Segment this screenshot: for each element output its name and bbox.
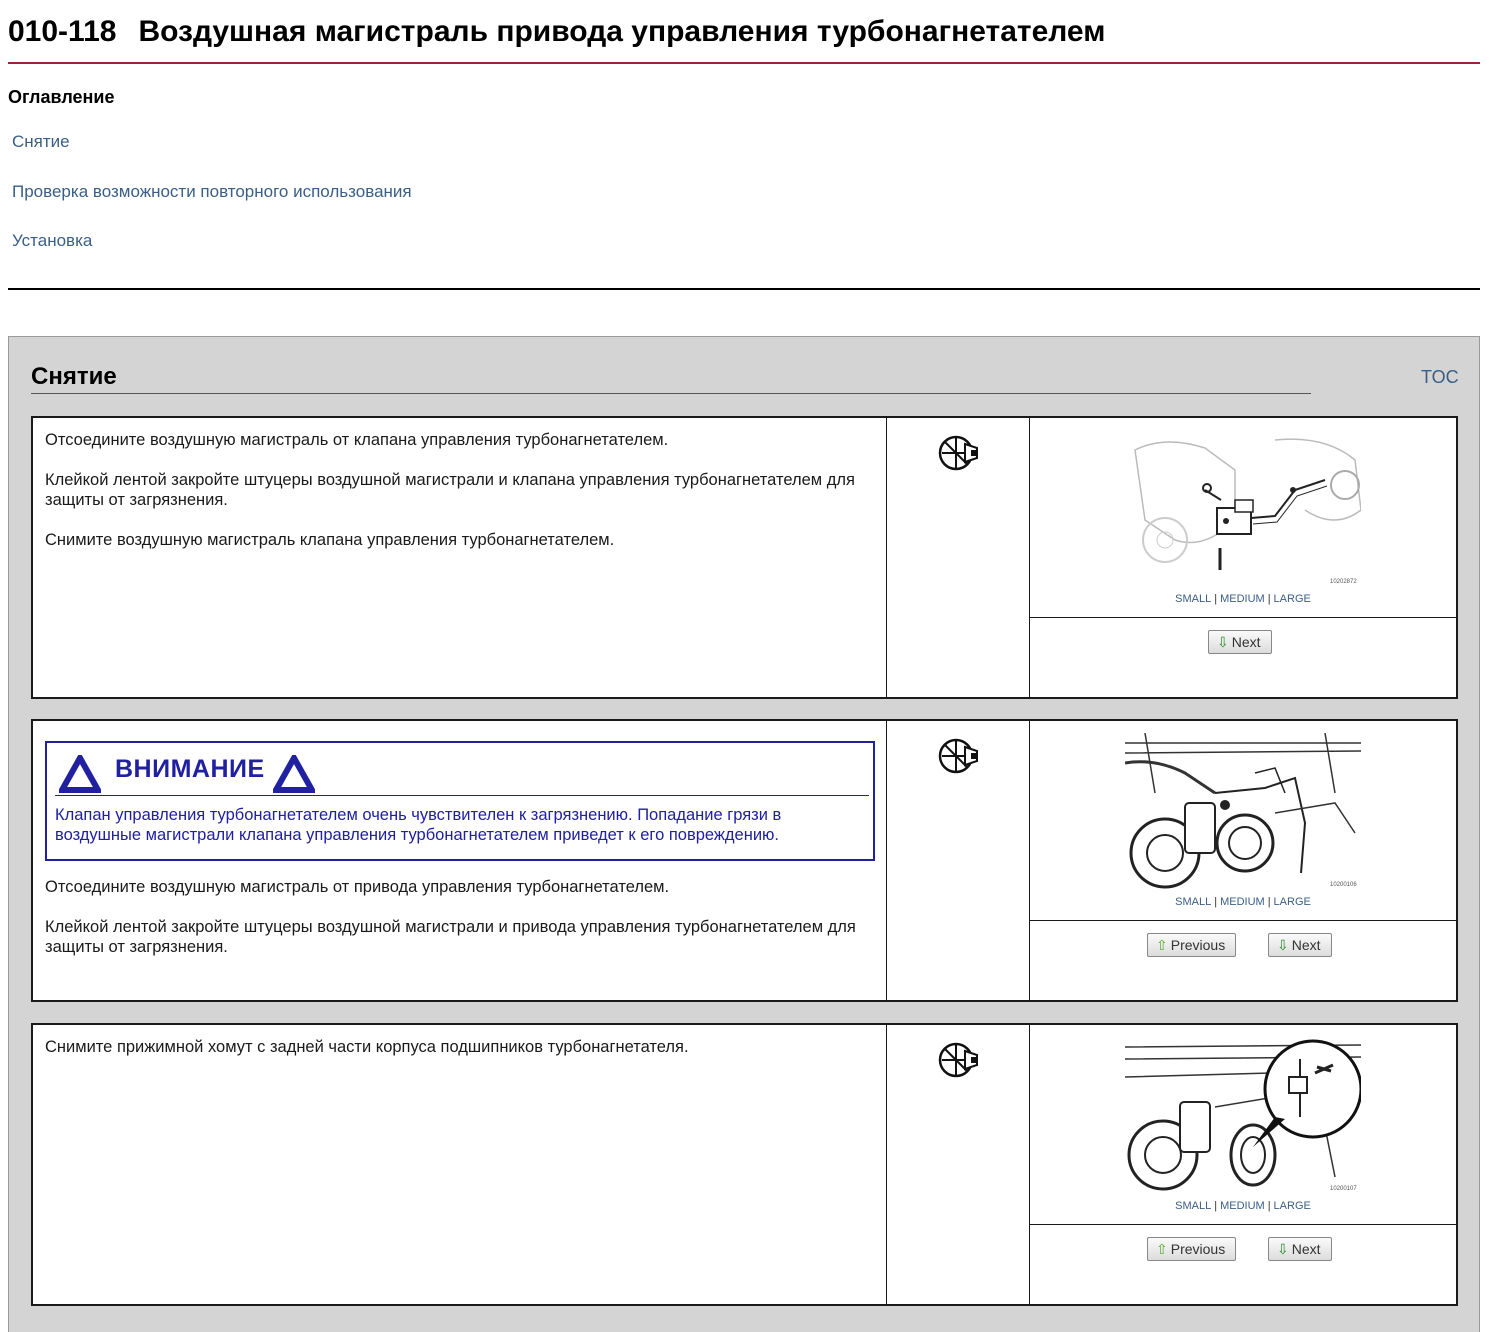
wrench-tool-icon [938,1042,978,1078]
caution-title: ВНИМАНИЕ [115,755,265,783]
page-header: 010-118 Воздушная магистраль привода упра… [8,14,1480,64]
warning-triangle-icon [59,755,101,793]
engine-illustration[interactable]: 10200106 [1125,733,1361,891]
table-of-contents: Оглавление Снятие Проверка возможности п… [8,86,1480,290]
size-link-small[interactable]: SMALL [1175,593,1211,605]
step-text: Снимите прижимной хомут с задней части к… [33,1025,887,1304]
toc-link-removal[interactable]: Снятие [12,132,70,152]
step-instruction: Снимите воздушную магистраль клапана упр… [45,531,615,549]
step-image-cell: 10202872 SMALL | MEDIUM | LARGE [1030,418,1456,618]
step-navigation: ⇧ Previous ⇩ Next [1030,1225,1456,1304]
section-title: Снятие [31,359,1311,394]
tool-icon-cell [887,721,1030,1000]
next-button[interactable]: ⇩ Next [1208,630,1272,654]
next-button-label: Next [1231,634,1261,650]
size-link-large[interactable]: LARGE [1274,593,1311,605]
step-navigation: ⇩ Next [1030,618,1456,697]
removal-section: Снятие TOC Отсоедините воздушную магистр… [8,336,1480,1332]
size-link-medium[interactable]: MEDIUM [1220,593,1265,605]
size-link-large[interactable]: LARGE [1274,1200,1311,1212]
arrow-up-icon: ⇧ [1156,937,1168,953]
engine-illustration[interactable]: 10202872 [1125,430,1361,588]
size-link-medium[interactable]: MEDIUM [1220,1200,1265,1212]
toc-link-installation[interactable]: Установка [12,231,92,251]
step-image-cell: 10200106 SMALL | MEDIUM | LARGE [1030,721,1456,921]
next-button-label: Next [1291,937,1321,953]
step-text: ВНИМАНИЕ Клапан управления турбонагнетат… [33,721,887,1000]
size-link-large[interactable]: LARGE [1274,896,1311,908]
step-text: Отсоедините воздушную магистраль от клап… [33,418,887,697]
engine-illustration[interactable]: 10200107 [1125,1037,1361,1195]
image-size-links: SMALL | MEDIUM | LARGE [1175,593,1311,605]
image-id-label: 10200107 [1330,1186,1357,1192]
arrow-down-icon: ⇩ [1277,937,1289,953]
arrow-down-icon: ⇩ [1277,1241,1289,1257]
size-link-medium[interactable]: MEDIUM [1220,896,1265,908]
procedure-step-2: ВНИМАНИЕ Клапан управления турбонагнетат… [31,719,1458,1002]
previous-button[interactable]: ⇧ Previous [1147,1237,1237,1261]
toc-back-link[interactable]: TOC [1421,367,1459,388]
size-link-small[interactable]: SMALL [1175,896,1211,908]
step-navigation: ⇧ Previous ⇩ Next [1030,921,1456,1000]
image-size-links: SMALL | MEDIUM | LARGE [1175,1200,1311,1212]
previous-button-label: Previous [1170,1241,1226,1257]
caution-text: Клапан управления турбонагнетателем очен… [55,806,782,844]
image-id-label: 10202872 [1330,579,1357,585]
toc-title: Оглавление [8,87,115,107]
tool-icon-cell [887,1025,1030,1304]
arrow-up-icon: ⇧ [1156,1241,1168,1257]
step-image-cell: 10200107 SMALL | MEDIUM | LARGE [1030,1025,1456,1225]
next-button[interactable]: ⇩ Next [1268,1237,1332,1261]
next-button-label: Next [1291,1241,1321,1257]
procedure-step-1: Отсоедините воздушную магистраль от клап… [31,416,1458,699]
caution-box: ВНИМАНИЕ Клапан управления турбонагнетат… [45,741,875,861]
arrow-down-icon: ⇩ [1217,634,1229,650]
caution-header: ВНИМАНИЕ [55,751,869,796]
next-button[interactable]: ⇩ Next [1268,933,1332,957]
toc-link-reuse-check[interactable]: Проверка возможности повторного использо… [12,182,412,202]
wrench-tool-icon [938,435,978,471]
previous-button[interactable]: ⇧ Previous [1147,933,1237,957]
previous-button-label: Previous [1170,937,1226,953]
document-number: 010-118 [8,15,117,48]
section-heading: Снятие [31,363,117,390]
warning-triangle-icon [273,755,315,793]
image-size-links: SMALL | MEDIUM | LARGE [1175,896,1311,908]
page-title: 010-118 Воздушная магистраль привода упра… [8,14,1480,50]
image-id-label: 10200106 [1330,882,1357,888]
step-instruction: Снимите прижимной хомут с задней части к… [45,1038,689,1056]
procedure-step-3: Снимите прижимной хомут с задней части к… [31,1023,1458,1306]
document-title: Воздушная магистраль привода управления … [138,15,1106,48]
step-instruction: Отсоедините воздушную магистраль от клап… [45,431,669,449]
size-link-small[interactable]: SMALL [1175,1200,1211,1212]
step-instruction: Клейкой лентой закройте штуцеры воздушно… [45,471,855,509]
wrench-tool-icon [938,738,978,774]
step-instruction: Отсоедините воздушную магистраль от прив… [45,878,670,896]
tool-icon-cell [887,418,1030,697]
step-instruction: Клейкой лентой закройте штуцеры воздушно… [45,918,856,956]
